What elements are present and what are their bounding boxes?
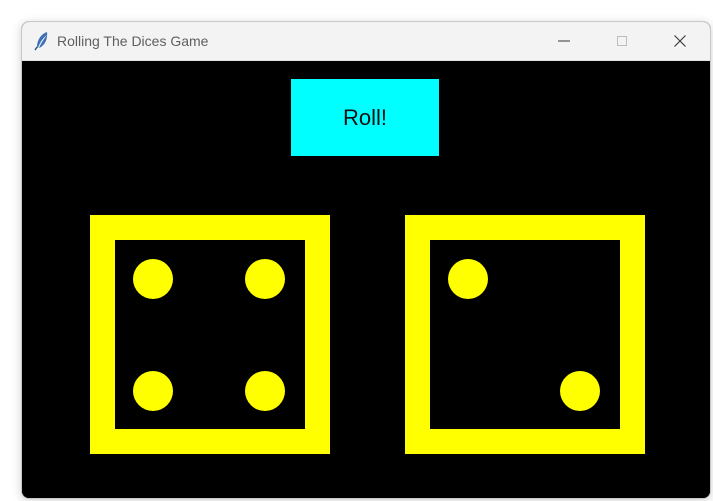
die-pip <box>245 259 285 299</box>
game-canvas: Roll! <box>22 61 710 498</box>
minimize-icon <box>558 40 570 42</box>
feather-icon <box>34 31 50 51</box>
maximize-icon <box>617 36 627 46</box>
title-bar[interactable]: Rolling The Dices Game <box>22 22 710 61</box>
die-pip <box>245 371 285 411</box>
roll-button[interactable]: Roll! <box>291 79 439 156</box>
close-icon <box>674 35 686 47</box>
die-pip <box>448 259 488 299</box>
die-pip <box>133 259 173 299</box>
window-title: Rolling The Dices Game <box>57 33 209 49</box>
app-window: Rolling The Dices Game Roll! <box>21 21 711 499</box>
maximize-button[interactable] <box>599 22 645 60</box>
die-left <box>90 215 330 454</box>
die-pip <box>133 371 173 411</box>
minimize-button[interactable] <box>541 22 587 60</box>
die-right <box>405 215 645 454</box>
die-pip <box>560 371 600 411</box>
close-button[interactable] <box>657 22 703 60</box>
